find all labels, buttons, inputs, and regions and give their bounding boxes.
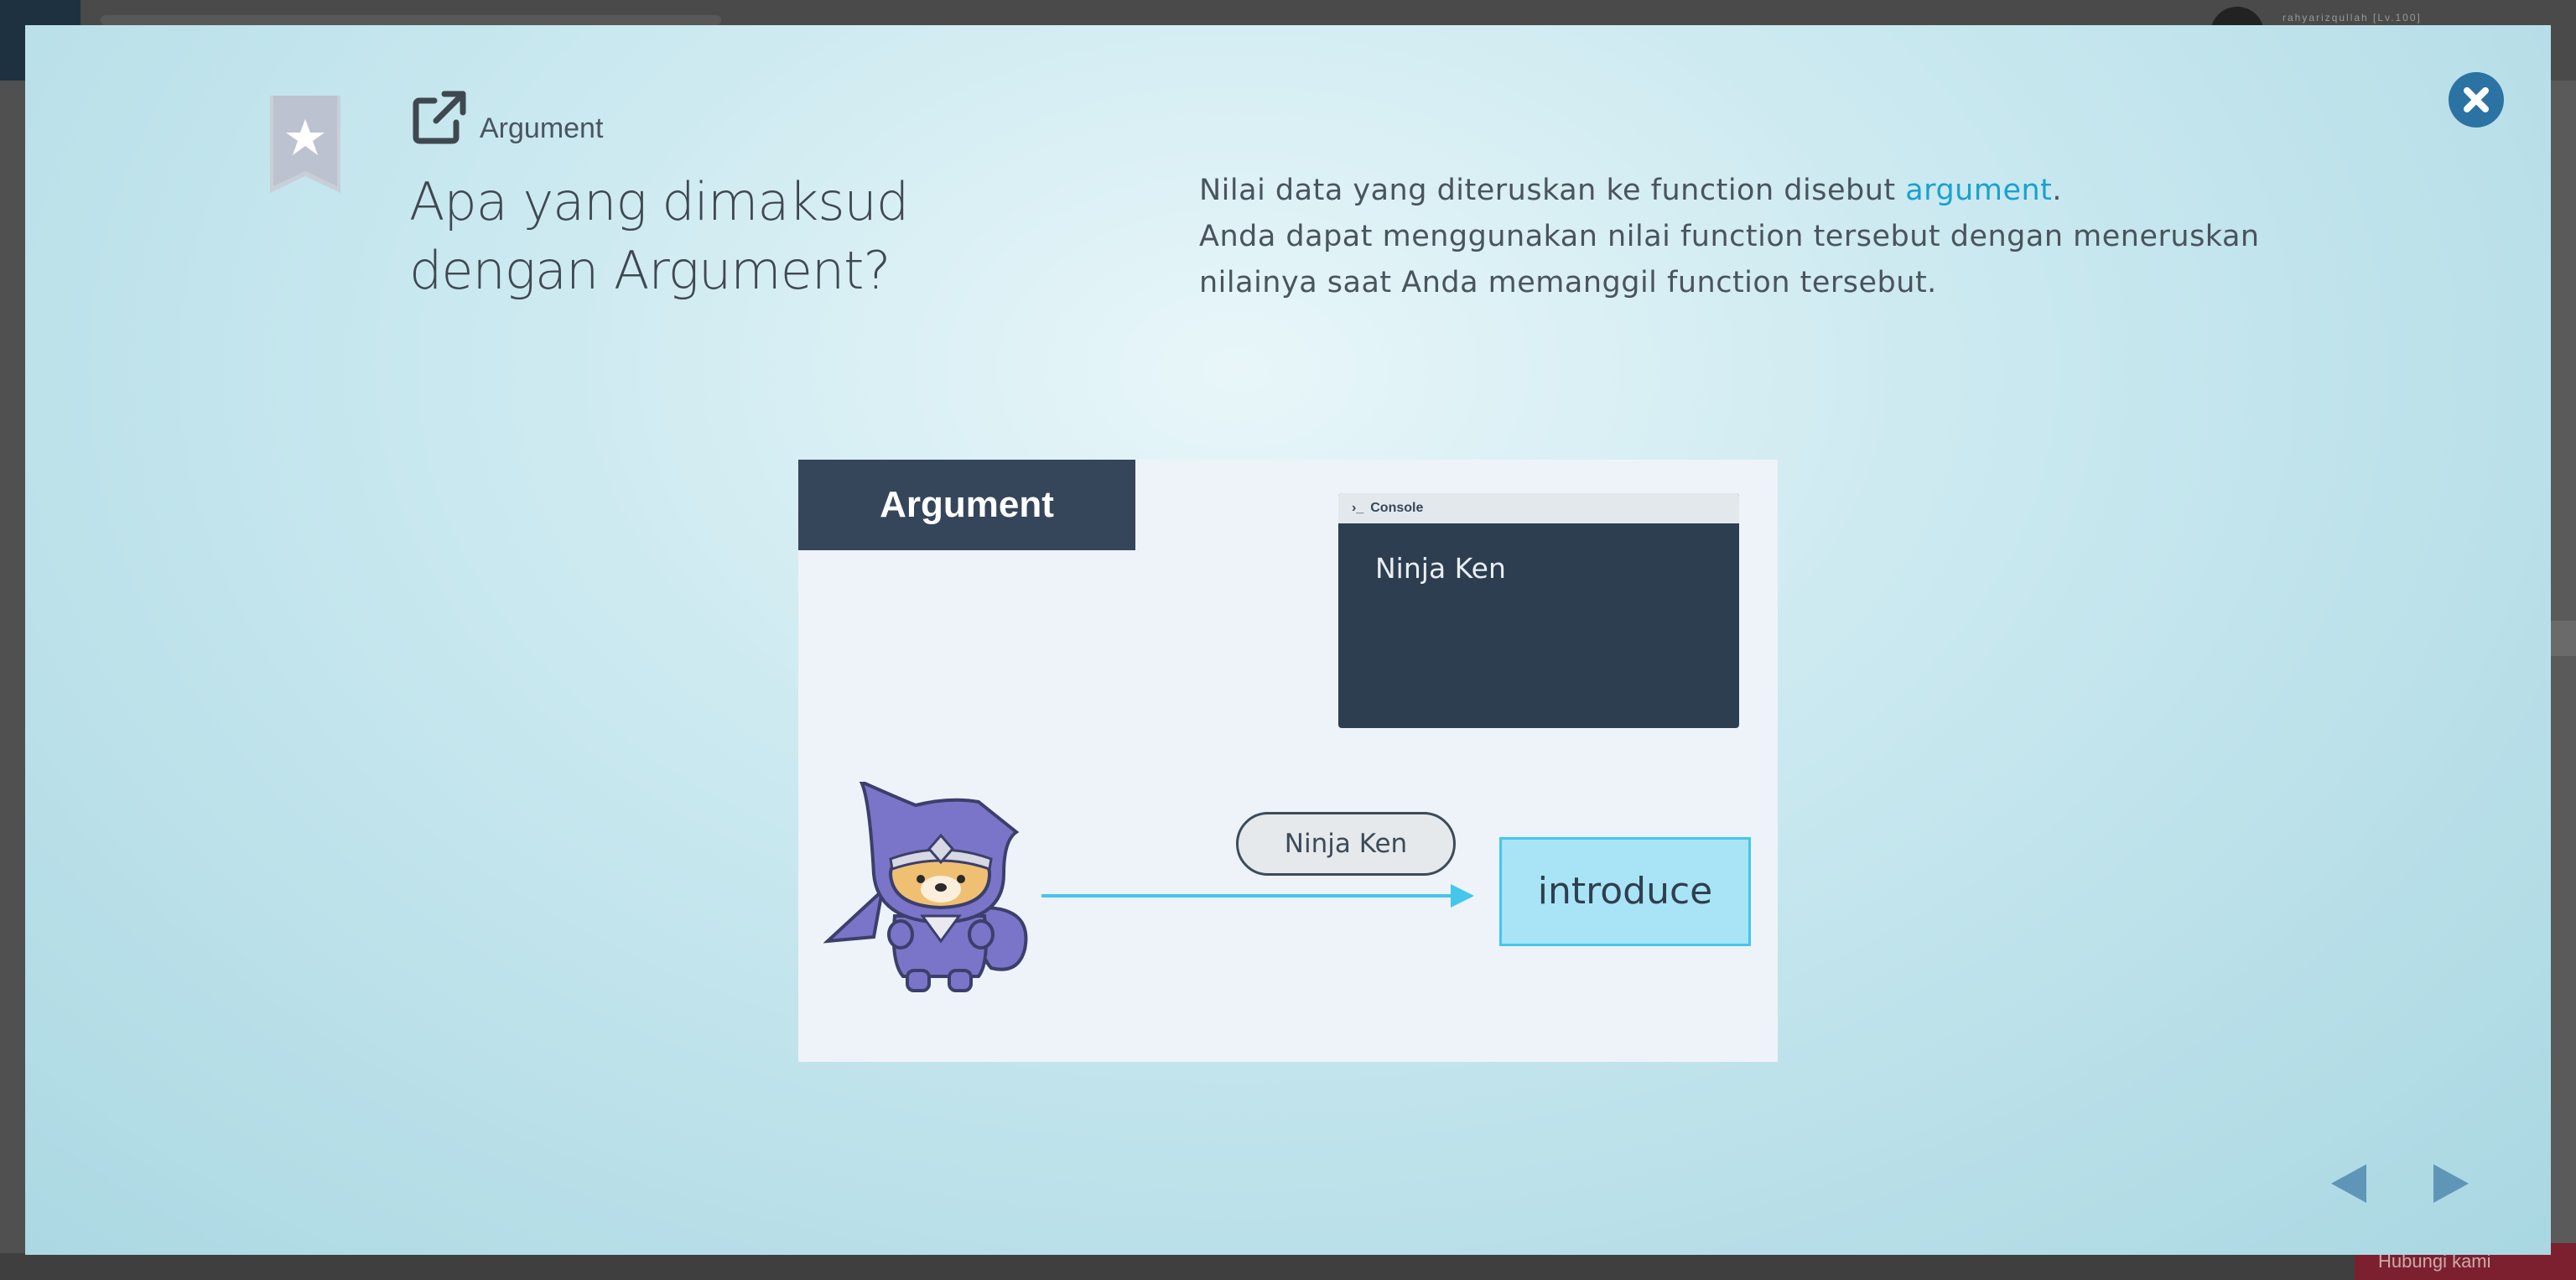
ninja-ken-character: [823, 782, 1028, 992]
previous-button[interactable]: [2328, 1163, 2370, 1205]
background-left-strip: [0, 81, 25, 1255]
description-line-3: nilainya saat Anda memanggil function te…: [1199, 266, 1937, 299]
close-icon: [2464, 87, 2489, 112]
description-text: Nilai data yang diteruskan ke function d…: [1199, 174, 1906, 207]
description-line-1: Nilai data yang diteruskan ke function d…: [1199, 168, 2323, 214]
argument-value-pill: Ninja Ken: [1236, 812, 1456, 876]
background-scrollbar: [2551, 621, 2576, 656]
close-button[interactable]: [2449, 72, 2504, 127]
bookmark-button[interactable]: [270, 96, 340, 193]
terminal-prompt-icon: ›_: [1352, 501, 1364, 515]
lesson-category: Argument: [480, 112, 604, 144]
background-bottom-bar: [0, 1253, 2576, 1280]
triangle-left-icon: [2331, 1164, 2366, 1203]
function-box: introduce: [1499, 837, 1751, 946]
background-search-bar: [101, 15, 721, 25]
console-window: ›_ Console Ninja Ken: [1338, 493, 1739, 728]
lesson-modal: Argument Apa yang dimaksud dengan Argume…: [25, 25, 2551, 1255]
lesson-title: Apa yang dimaksud dengan Argument?: [409, 171, 909, 301]
background-username: rahyarizqullah [Lv.100]: [2283, 12, 2422, 23]
console-title: Console: [1370, 501, 1424, 515]
console-output: Ninja Ken: [1375, 552, 1506, 585]
description-punctuation: .: [2052, 174, 2063, 207]
triangle-right-icon: [2433, 1164, 2469, 1203]
slide-label: Argument: [798, 460, 1135, 550]
slide-illustration: Argument ›_ Console Ninja Ken Ninja Ken …: [798, 460, 1778, 1062]
next-button[interactable]: [2430, 1163, 2472, 1205]
keyword-link-argument[interactable]: argument: [1905, 174, 2052, 207]
arrow-connector: [1041, 884, 1474, 908]
description-line-2: Anda dapat menggunakan nilai function te…: [1199, 220, 2260, 253]
console-titlebar: ›_ Console: [1338, 493, 1739, 523]
bookmark-star-icon: [270, 96, 340, 193]
external-link-icon: [411, 89, 468, 146]
lesson-description: Nilai data yang diteruskan ke function d…: [1199, 168, 2323, 306]
